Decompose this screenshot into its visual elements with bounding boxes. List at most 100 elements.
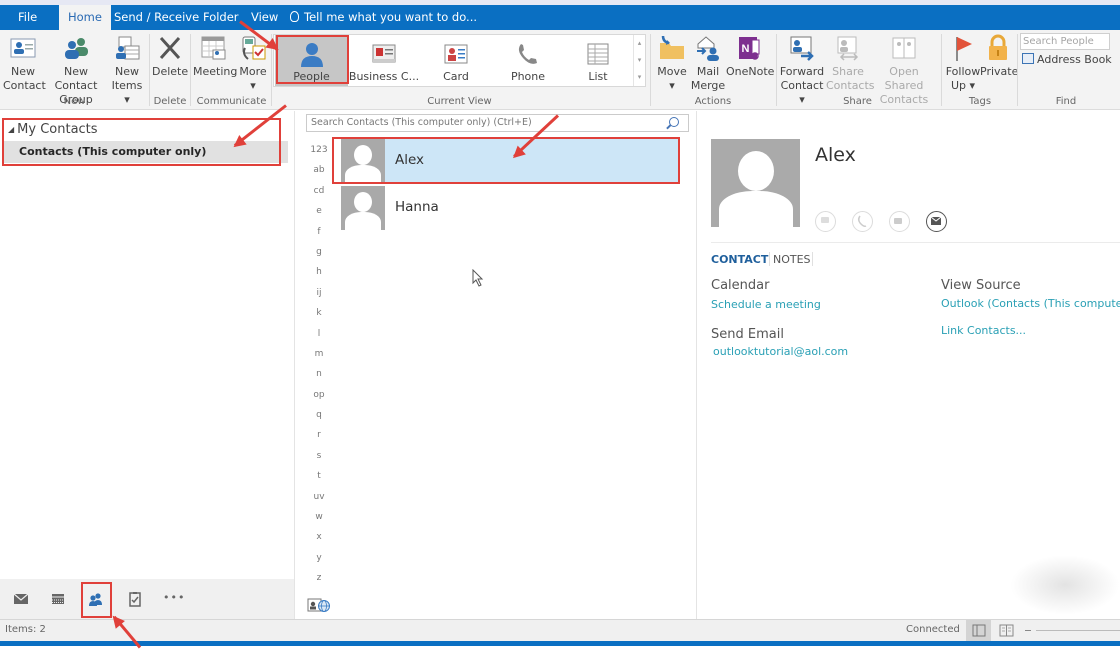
schedule-meeting-link[interactable]: Schedule a meeting bbox=[711, 298, 821, 311]
tab-contact[interactable]: CONTACT bbox=[711, 253, 768, 266]
more-icon bbox=[239, 34, 267, 62]
tab-send-receive[interactable]: Send / Receive bbox=[105, 5, 208, 30]
nav-mail[interactable] bbox=[11, 590, 31, 608]
email-button[interactable] bbox=[926, 211, 947, 232]
search-people-input[interactable]: Search People bbox=[1020, 33, 1110, 50]
contact-card-icon bbox=[9, 34, 37, 62]
alpha-index-x[interactable]: x bbox=[306, 530, 332, 550]
alpha-index-123[interactable]: 123 bbox=[306, 143, 332, 163]
delete-button[interactable]: Delete bbox=[152, 30, 188, 79]
alpha-index-h[interactable]: h bbox=[306, 265, 332, 285]
group-label-share: Share bbox=[843, 96, 872, 107]
view-list-label: List bbox=[588, 70, 608, 83]
online-contacts-icon[interactable] bbox=[307, 597, 331, 613]
alpha-index-n[interactable]: n bbox=[306, 367, 332, 387]
alpha-index-t[interactable]: t bbox=[306, 469, 332, 489]
tab-folder[interactable]: Folder bbox=[194, 5, 248, 30]
nav-more[interactable]: ••• bbox=[163, 590, 187, 608]
view-list[interactable]: List bbox=[564, 35, 632, 86]
contact-row-hanna[interactable]: Hanna bbox=[341, 186, 678, 230]
share-contacts-button[interactable]: Share Contacts bbox=[826, 30, 875, 93]
email-link[interactable]: outlooktutorial@aol.com bbox=[713, 345, 848, 358]
avatar bbox=[341, 139, 385, 183]
view-people[interactable]: People bbox=[275, 35, 348, 86]
pane-divider[interactable] bbox=[294, 111, 295, 619]
meeting-button[interactable]: Meeting bbox=[193, 30, 237, 79]
contact-photo[interactable] bbox=[711, 139, 800, 227]
alpha-index-g[interactable]: g bbox=[306, 245, 332, 265]
alpha-index-f[interactable]: f bbox=[306, 225, 332, 245]
alpha-index-r[interactable]: r bbox=[306, 428, 332, 448]
view-phone[interactable]: Phone bbox=[492, 35, 564, 86]
view-source-link[interactable]: Outlook (Contacts (This computer on bbox=[941, 297, 1120, 310]
alpha-index-m[interactable]: m bbox=[306, 347, 332, 367]
view-business-card-label: Business C... bbox=[348, 70, 420, 83]
tab-notes[interactable]: NOTES bbox=[773, 253, 811, 266]
address-book-icon bbox=[1022, 53, 1034, 64]
nav-calendar[interactable] bbox=[48, 590, 68, 608]
gallery-scroll[interactable]: ▴ ▾ ▾ bbox=[633, 35, 645, 86]
follow-up-button[interactable]: Follow Up ▾ bbox=[944, 30, 982, 93]
avatar-body bbox=[345, 165, 381, 183]
zoom-out-button[interactable] bbox=[1025, 630, 1031, 631]
view-phone-label: Phone bbox=[510, 70, 546, 83]
private-button[interactable]: Private bbox=[980, 30, 1018, 79]
contact-row-alex[interactable]: Alex bbox=[341, 139, 678, 183]
nav-people[interactable] bbox=[86, 590, 106, 608]
alpha-index-q[interactable]: q bbox=[306, 408, 332, 428]
folder-contacts-this-computer[interactable]: Contacts (This computer only) bbox=[4, 141, 288, 163]
reading-view-button[interactable] bbox=[994, 620, 1019, 641]
tab-home[interactable]: Home bbox=[59, 5, 111, 30]
tab-file[interactable]: File bbox=[9, 5, 46, 30]
new-items-icon bbox=[113, 34, 141, 62]
address-book-button[interactable]: Address Book bbox=[1022, 53, 1112, 66]
alpha-index-uv[interactable]: uv bbox=[306, 490, 332, 510]
my-contacts-header[interactable]: ◢ My Contacts bbox=[8, 122, 98, 137]
tell-me-search[interactable]: Tell me what you want to do... bbox=[290, 5, 477, 30]
svg-text:N: N bbox=[742, 43, 750, 55]
alpha-index-op[interactable]: op bbox=[306, 388, 332, 408]
card-icon bbox=[443, 41, 469, 67]
search-contacts-input[interactable]: Search Contacts (This computer only) (Ct… bbox=[306, 114, 689, 132]
call-button[interactable] bbox=[852, 211, 873, 232]
move-button[interactable]: Move ▾ bbox=[654, 30, 690, 93]
ribbon-separator bbox=[941, 34, 942, 106]
link-contacts-link[interactable]: Link Contacts... bbox=[941, 324, 1026, 337]
alpha-index-e[interactable]: e bbox=[306, 204, 332, 224]
move-label-2: ▾ bbox=[669, 79, 675, 92]
alpha-index-y[interactable]: y bbox=[306, 551, 332, 571]
tab-view[interactable]: View bbox=[242, 5, 287, 30]
view-card[interactable]: Card bbox=[420, 35, 492, 86]
alpha-index-cd[interactable]: cd bbox=[306, 184, 332, 204]
im-button[interactable] bbox=[815, 211, 836, 232]
phone-icon bbox=[515, 41, 541, 67]
zoom-slider[interactable] bbox=[1036, 630, 1120, 631]
search-icon[interactable] bbox=[669, 117, 679, 127]
alpha-index-z[interactable]: z bbox=[306, 571, 332, 591]
nav-tasks[interactable] bbox=[125, 590, 145, 608]
video-overlay-glow bbox=[1010, 555, 1120, 615]
mail-merge-button[interactable]: Mail Merge bbox=[690, 30, 726, 93]
alphabet-index: 123 ab cd e f g h ij k l m n op q r s t uv w x y z bbox=[306, 143, 332, 592]
contact-group-icon bbox=[62, 34, 90, 62]
collapse-triangle-icon[interactable]: ◢ bbox=[8, 125, 14, 134]
alpha-index-l[interactable]: l bbox=[306, 327, 332, 347]
alpha-index-s[interactable]: s bbox=[306, 449, 332, 469]
person-icon bbox=[299, 41, 325, 67]
new-contact-button[interactable]: New Contact bbox=[3, 30, 46, 93]
video-button[interactable] bbox=[889, 211, 910, 232]
new-items-label-1: New bbox=[115, 65, 139, 78]
tab-separator bbox=[769, 252, 770, 266]
phone-icon bbox=[857, 215, 867, 227]
onenote-icon: N bbox=[735, 34, 763, 62]
alpha-index-ab[interactable]: ab bbox=[306, 163, 332, 183]
group-label-delete: Delete bbox=[153, 96, 187, 107]
more-button[interactable]: More ▾ bbox=[236, 30, 270, 93]
alpha-index-w[interactable]: w bbox=[306, 510, 332, 530]
alpha-index-k[interactable]: k bbox=[306, 306, 332, 326]
onenote-button[interactable]: N OneNote bbox=[726, 30, 774, 79]
normal-view-button[interactable] bbox=[966, 620, 991, 641]
view-business-card[interactable]: Business C... bbox=[348, 35, 420, 86]
alpha-index-ij[interactable]: ij bbox=[306, 286, 332, 306]
mail-merge-label-2: Merge bbox=[690, 79, 726, 92]
